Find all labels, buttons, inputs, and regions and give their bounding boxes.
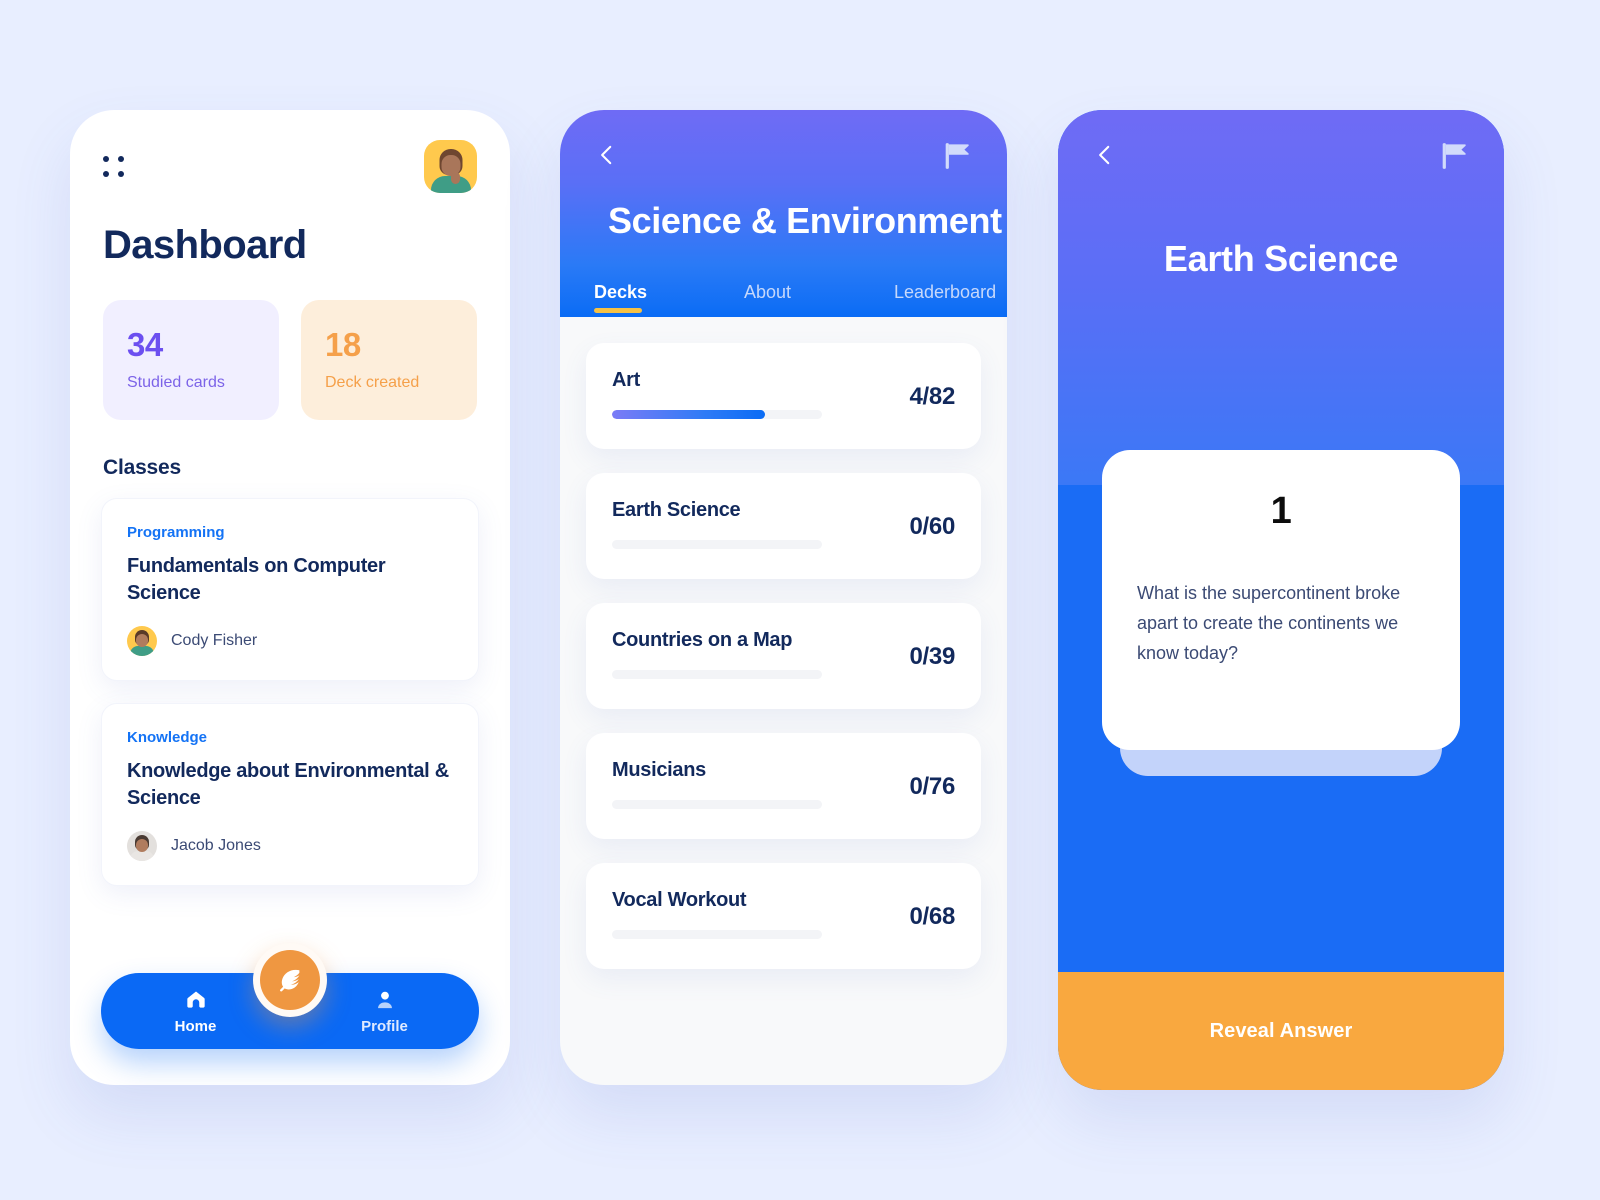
class-card[interactable]: Knowledge Knowledge about Environmental … [101, 703, 479, 886]
deck-count: 0/68 [909, 903, 955, 931]
classes-list: Programming Fundamentals on Computer Sci… [70, 480, 510, 886]
tab-about[interactable]: About [744, 282, 894, 317]
teacher-avatar [127, 626, 157, 656]
nav-label-profile: Profile [361, 1018, 408, 1035]
deck-page-title: Science & Environment [608, 200, 1002, 241]
phone-dashboard: Dashboard 34 Studied cards 18 Deck creat… [70, 110, 510, 1085]
dot [103, 155, 109, 162]
deck-name: Countries on a Map [612, 629, 793, 652]
card-question: What is the supercontinent broke apart t… [1137, 583, 1401, 663]
flashcard-deck-title: Earth Science [1163, 238, 1399, 279]
flashcard-stack: 1 What is the supercontinent broke apart… [1102, 450, 1460, 776]
flashcard[interactable]: 1 What is the supercontinent broke apart… [1102, 450, 1460, 750]
tab-leaderboard[interactable]: Leaderboard [894, 282, 996, 317]
class-card[interactable]: Programming Fundamentals on Computer Sci… [101, 498, 479, 681]
classes-heading: Classes [103, 456, 181, 479]
deck-info: Earth Science [612, 499, 895, 550]
class-teacher: Cody Fisher [127, 626, 453, 656]
flag-icon[interactable] [943, 142, 973, 170]
avatar-hand [451, 172, 461, 184]
card-number: 1 [1270, 490, 1292, 532]
deck-row[interactable]: Musicians 0/76 [586, 733, 981, 840]
deck-name: Vocal Workout [612, 889, 747, 912]
deck-name: Earth Science [612, 499, 741, 522]
avatar-face [136, 839, 148, 852]
chevron-left-icon[interactable] [1092, 142, 1118, 168]
feather-icon [280, 969, 300, 992]
tab-active-underline [594, 308, 642, 314]
tab-label: Decks [594, 282, 648, 303]
dashboard-topbar [70, 110, 510, 193]
class-category: Knowledge [127, 729, 208, 746]
class-title: Fundamentals on Computer Science [127, 555, 386, 604]
deck-row[interactable]: Art 4/82 [586, 343, 981, 450]
deck-tabs: Decks About Leaderboard [560, 244, 1007, 317]
deck-progress-track [612, 800, 822, 810]
nav-label-home: Home [174, 1018, 217, 1035]
bottom-nav-area: Home Profile [70, 929, 510, 1049]
teacher-name: Cody Fisher [171, 632, 258, 649]
reveal-answer-label: Reveal Answer [1209, 1019, 1353, 1042]
class-teacher: Jacob Jones [127, 831, 453, 861]
teacher-name: Jacob Jones [171, 837, 261, 854]
deck-list: Art 4/82 Earth Science 0/60 Countries on… [560, 317, 1007, 970]
teacher-avatar [127, 831, 157, 861]
avatar-face [136, 634, 148, 647]
deck-info: Art [612, 369, 895, 420]
tab-decks[interactable]: Decks [594, 282, 744, 317]
avatar-body [130, 646, 154, 656]
dot [103, 170, 109, 177]
deck-progress-track [612, 410, 822, 420]
reveal-answer-button[interactable]: Reveal Answer [1058, 972, 1504, 1090]
phone-flashcard: Earth Science 1 What is the supercontine… [1058, 110, 1504, 1090]
deck-name: Musicians [612, 759, 706, 782]
deck-progress-track [612, 670, 822, 680]
deck-info: Musicians [612, 759, 895, 810]
dot [118, 170, 124, 177]
chevron-left-icon[interactable] [594, 142, 620, 168]
page-title: Dashboard [103, 223, 307, 267]
deck-info: Countries on a Map [612, 629, 895, 680]
deck-header: Science & Environment Decks About Leader… [560, 110, 1007, 318]
deck-row[interactable]: Earth Science 0/60 [586, 473, 981, 580]
home-icon [186, 991, 205, 1008]
deck-progress-track [612, 540, 822, 550]
deck-row[interactable]: Vocal Workout 0/68 [586, 863, 981, 970]
deck-name: Art [612, 369, 640, 392]
tab-label: About [744, 282, 792, 303]
deck-count: 4/82 [909, 383, 955, 411]
screenshot-canvas: Dashboard 34 Studied cards 18 Deck creat… [0, 0, 1600, 1200]
stat-value: 18 [325, 326, 361, 363]
stat-card-studied[interactable]: 34 Studied cards [103, 300, 279, 420]
flag-icon[interactable] [1440, 142, 1470, 170]
create-deck-fab[interactable] [253, 943, 327, 1017]
flashcard-header: Earth Science [1058, 110, 1504, 485]
class-category: Programming [127, 524, 225, 541]
header-bar [1058, 110, 1504, 170]
header-bar [560, 110, 1007, 170]
deck-count: 0/60 [909, 513, 955, 541]
user-avatar[interactable] [424, 140, 477, 193]
profile-icon [377, 991, 392, 1009]
phone-deck-list: Science & Environment Decks About Leader… [560, 110, 1007, 1085]
grid-dots-icon[interactable] [103, 155, 125, 178]
class-title: Knowledge about Environmental & Science [127, 760, 449, 809]
stat-label: Deck created [325, 374, 420, 391]
deck-count: 0/39 [909, 643, 955, 671]
deck-progress-fill [612, 410, 766, 420]
dot [118, 155, 124, 162]
deck-progress-track [612, 930, 822, 940]
stat-card-decks[interactable]: 18 Deck created [301, 300, 477, 420]
deck-info: Vocal Workout [612, 889, 895, 940]
tab-label: Leaderboard [894, 282, 997, 303]
stat-label: Studied cards [127, 374, 225, 391]
deck-count: 0/76 [909, 773, 955, 801]
stat-value: 34 [127, 326, 163, 363]
stats-row: 34 Studied cards 18 Deck created [70, 268, 510, 420]
deck-row[interactable]: Countries on a Map 0/39 [586, 603, 981, 710]
avatar-body [130, 851, 154, 861]
